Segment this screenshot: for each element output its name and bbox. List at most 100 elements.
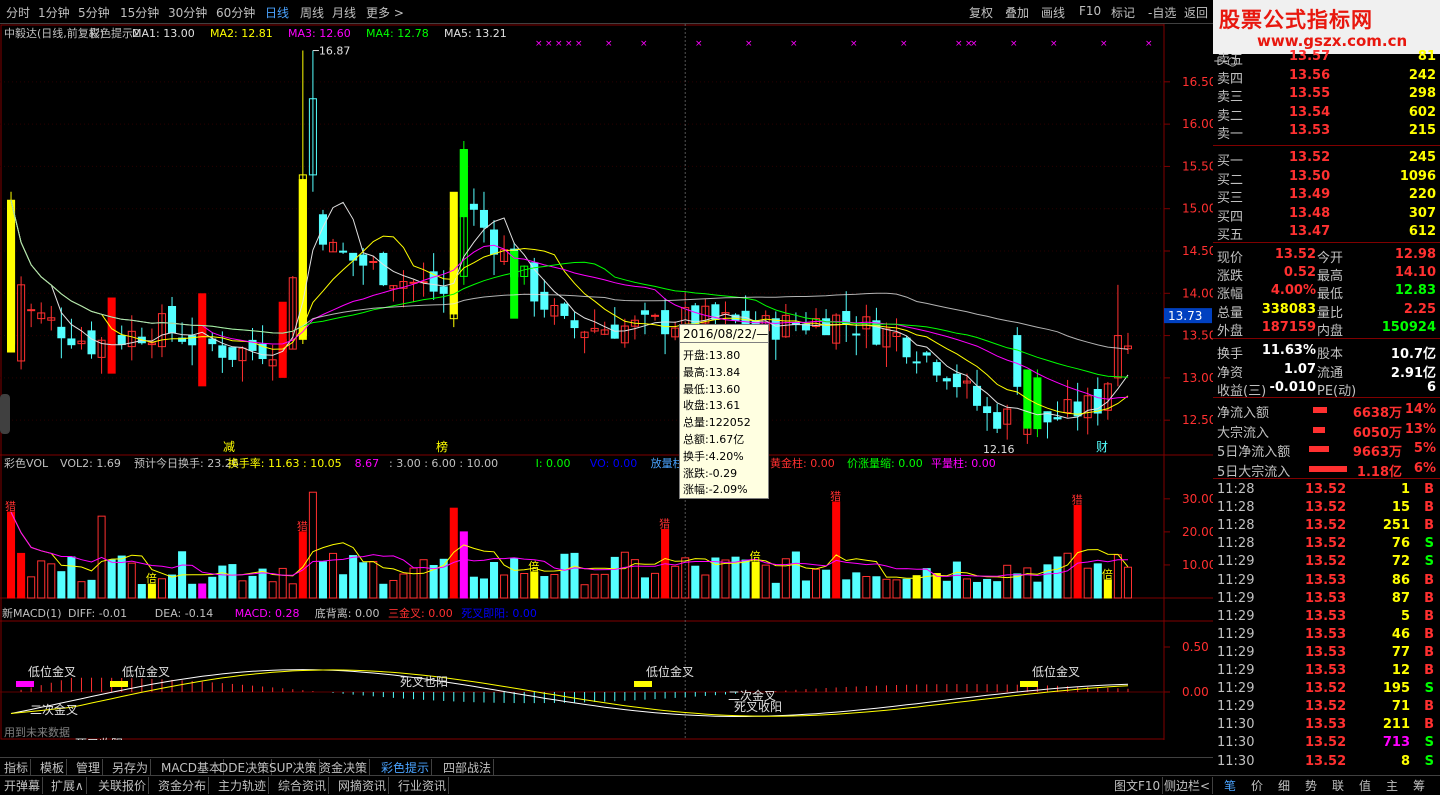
timeframe-7[interactable]: 周线 (300, 4, 324, 21)
tick-side: B (1424, 482, 1434, 497)
tooltip-line-3: 收盘:13.61 (683, 399, 741, 413)
tool-tab-6[interactable]: 网摘资讯 (336, 777, 390, 794)
side-tab-0[interactable]: 笔 (1222, 777, 1238, 794)
candle-body (852, 333, 861, 336)
tick-side: B (1424, 518, 1434, 534)
tool-tab-2[interactable]: 关联报价 (96, 777, 150, 794)
high-mark-label: 16.87 (319, 45, 351, 58)
timeframe-4[interactable]: 30分钟 (168, 4, 207, 21)
tick-price: 13.52 (1305, 482, 1347, 497)
tick-row-7: 11:29 13.53 5 B (1213, 607, 1440, 626)
indicator-tab-7[interactable]: 资金决策 (317, 759, 371, 776)
candle-body (228, 347, 237, 360)
indicator-tab-9[interactable]: 四部战法 (441, 759, 495, 776)
tool-tab-3[interactable]: 资金分布 (156, 777, 210, 794)
tick-row-15: 11:30 13.52 8 S (1213, 752, 1440, 771)
tick-vol: 8 (1400, 753, 1410, 769)
tool-tab-0[interactable]: 开弹幕 (2, 777, 44, 794)
side-tab-7[interactable]: 筹 (1411, 777, 1427, 794)
volume-bar (137, 584, 146, 599)
sell-price: 13.54 (1289, 104, 1331, 120)
timeframe-5[interactable]: 60分钟 (216, 4, 255, 21)
tool-tab-5[interactable]: 综合资讯 (276, 777, 330, 794)
stat-value: 338083 (1261, 301, 1316, 317)
toolbar-button-2[interactable]: 画线 (1038, 3, 1068, 22)
volume-bar (1093, 563, 1102, 599)
timeframe-2[interactable]: 5分钟 (78, 4, 110, 21)
indicator-tab-4[interactable]: MACD基本 (159, 759, 224, 776)
timeframe-8[interactable]: 月线 (332, 4, 356, 21)
volume-bar (882, 578, 891, 599)
volume-bar (872, 576, 881, 599)
tool-tab-1[interactable]: 扩展∧ (49, 777, 87, 794)
side-tab-6[interactable]: 主 (1384, 777, 1400, 794)
indicator-tab-1[interactable]: 模板 (38, 759, 68, 776)
toolbar-button-0[interactable]: 复权 (966, 3, 996, 22)
timeframe-6[interactable]: 日线 (265, 4, 289, 21)
vol-bar-label: 倍 (528, 559, 539, 573)
site-logo: 股票公式指标网 www.gszx.com.cn (1213, 0, 1440, 54)
tooltip-line-7: 涨跌:-0.29 (683, 466, 738, 480)
volume-bar (1083, 567, 1092, 599)
side-tab-3[interactable]: 势 (1303, 777, 1319, 794)
current-price-label: 13.73 (1168, 309, 1202, 323)
volume-bar (842, 579, 851, 599)
stat-row-4: 外盘 187159 内盘 150924 (1213, 318, 1440, 339)
tool-tab-4[interactable]: 主力轨迹 (216, 777, 270, 794)
volume-bar (268, 581, 277, 599)
flow-label: 5日大宗流入 (1217, 464, 1291, 480)
toolbar-button-1[interactable]: 叠加 (1002, 3, 1032, 22)
toolbar-button-4[interactable]: 标记 (1108, 3, 1138, 22)
volume-bar (57, 571, 66, 599)
toolbar-button-5[interactable]: -自选 (1145, 3, 1179, 22)
indicator-tab-3[interactable]: 另存为 (110, 759, 152, 776)
volume-bar (741, 559, 750, 599)
timeframe-9[interactable]: 更多 > (366, 4, 404, 21)
toolbar-button-6[interactable]: 返回 (1181, 3, 1211, 22)
toolbar-button-3[interactable]: F10 (1076, 3, 1104, 19)
volume-bar (852, 572, 861, 599)
kline-chart-svg[interactable]: 16.50 16.00 15.50 15.00 14.50 14.00 13.50 13.00… (0, 24, 1213, 740)
volume-bar (77, 581, 86, 599)
side-tab-1[interactable]: 价 (1249, 777, 1265, 794)
buy-vol: 220 (1408, 187, 1436, 203)
vol-tick-label: 30.00 (1182, 492, 1213, 506)
ma-label-2: MA2: 12.81 (210, 27, 273, 40)
indicator-tab-2[interactable]: 管理 (74, 759, 104, 776)
candle-body (490, 229, 499, 255)
highlight-candle (459, 149, 468, 218)
buy-row-4: 买四 13.48 307 (1213, 204, 1440, 225)
timeframe-3[interactable]: 15分钟 (120, 4, 159, 21)
indicator-tab-5[interactable]: DDE决策 (217, 759, 273, 776)
tooltip-line-0: 开盘:13.80 (683, 349, 741, 362)
tick-time: 11:28 (1217, 482, 1255, 497)
volume-bar (238, 580, 247, 599)
highlight-candle (449, 191, 458, 315)
vol-item2-0: 黄金柱: 0.00 (770, 456, 835, 470)
tool-right-0[interactable]: 图文F10 (1112, 777, 1164, 794)
volume-bar (369, 560, 378, 599)
candles-group (7, 50, 1132, 444)
indicator-tab-6[interactable]: SUP决策 (267, 759, 320, 776)
volume-bar (600, 573, 609, 599)
tool-tab-7[interactable]: 行业资讯 (396, 777, 450, 794)
vol-item-5: I: 0.00 (536, 457, 571, 470)
signal-x-marker: × (535, 39, 543, 49)
indicator-tab-8[interactable]: 彩色提示 (379, 759, 433, 776)
timeframe-0[interactable]: 分时 (6, 4, 30, 21)
tick-vol: 71 (1391, 699, 1410, 715)
volume-bar (87, 579, 96, 599)
buy-price: 13.49 (1289, 187, 1331, 203)
volume-bar (580, 584, 589, 599)
volume-bar (27, 576, 36, 599)
kline-chart-area[interactable]: 16.50 16.00 15.50 15.00 14.50 14.00 13.50 13.00… (0, 24, 1213, 740)
price-tick-label: 13.00 (1182, 371, 1213, 385)
side-tab-5[interactable]: 值 (1357, 777, 1373, 794)
side-tab-4[interactable]: 联 (1330, 777, 1346, 794)
timeframe-1[interactable]: 1分钟 (38, 4, 70, 21)
signal-x-marker: × (1145, 39, 1153, 49)
side-tab-2[interactable]: 细 (1276, 777, 1292, 794)
tool-right-1[interactable]: 侧边栏< (1162, 777, 1214, 794)
sell-row-1: 卖一 13.53 215 (1213, 121, 1440, 142)
indicator-tab-0[interactable]: 指标 (2, 759, 32, 776)
